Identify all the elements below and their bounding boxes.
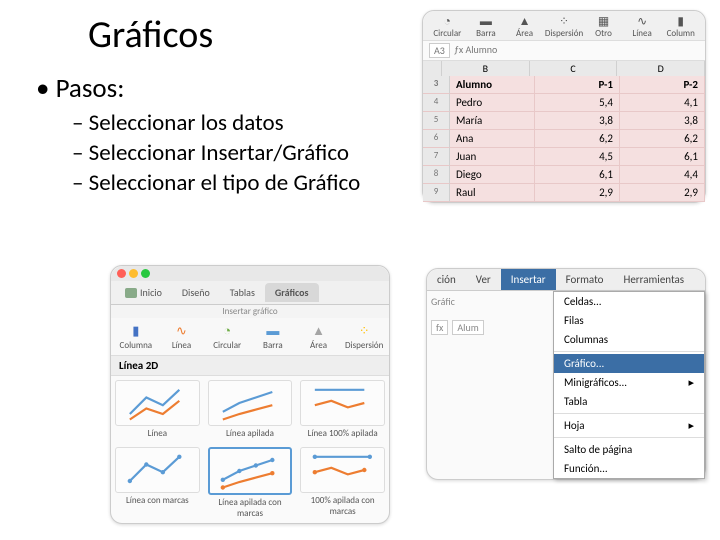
item-salto[interactable]: Salto de página bbox=[554, 440, 704, 459]
type-columna[interactable]: ▮Columna bbox=[113, 322, 159, 351]
scatter-chart-icon: ⁘ bbox=[341, 322, 387, 340]
menu-formato[interactable]: Formato bbox=[556, 269, 614, 290]
circular-icon: ◔ bbox=[429, 14, 466, 28]
menu-insertar[interactable]: Insertar bbox=[501, 269, 556, 290]
menu-herramientas[interactable]: Herramientas bbox=[613, 269, 694, 290]
barra-icon: ▬ bbox=[468, 14, 505, 28]
home-icon bbox=[125, 288, 137, 298]
table-row: 5María3,83,8 bbox=[423, 112, 705, 130]
area-icon: ▲ bbox=[506, 14, 543, 28]
dispersion-icon: ⁘ bbox=[545, 14, 583, 28]
table-row: 8Diego6,14,4 bbox=[423, 166, 705, 184]
menubar: ción Ver Insertar Formato Herramientas bbox=[427, 269, 705, 291]
linea-icon: ∿ bbox=[624, 14, 661, 28]
item-grafico[interactable]: Gráfico... bbox=[554, 354, 704, 373]
pie-chart-icon: ◔ bbox=[204, 322, 250, 340]
otro-icon: ▦ bbox=[585, 14, 622, 28]
area-chart-icon: ▲ bbox=[296, 322, 342, 340]
type-linea[interactable]: ∿Línea bbox=[159, 322, 205, 351]
type-area[interactable]: ▲Área bbox=[296, 322, 342, 351]
type-circular[interactable]: ◔Circular bbox=[204, 322, 250, 351]
tab-diseno[interactable]: Diseño bbox=[172, 283, 220, 302]
screenshot-insert-menu: ción Ver Insertar Formato Herramientas G… bbox=[426, 268, 706, 480]
line-options-grid: Línea Línea apilada Línea 100% apilada L… bbox=[111, 376, 389, 523]
opt-100-apilada-marcas[interactable]: 100% apilada con marcas bbox=[296, 443, 389, 523]
ribbon-chart-types: ◔Circular ▬Barra ▲Área ⁘Dispersión ▦Otro… bbox=[423, 11, 705, 41]
menu-edicion[interactable]: ción bbox=[427, 269, 466, 290]
tab-tablas[interactable]: Tablas bbox=[220, 283, 265, 302]
opt-linea[interactable]: Línea bbox=[111, 376, 204, 443]
type-dispersion[interactable]: ⁘Dispersión bbox=[341, 322, 387, 351]
group-label: Insertar gráfico bbox=[111, 305, 389, 318]
table-row: 6Ana6,26,2 bbox=[423, 130, 705, 148]
table-row: 7Juan4,56,1 bbox=[423, 148, 705, 166]
chart-type-row: ▮Columna ∿Línea ◔Circular ▬Barra ▲Área ⁘… bbox=[111, 318, 389, 356]
window-controls bbox=[111, 266, 389, 281]
item-tabla[interactable]: Tabla bbox=[554, 392, 704, 411]
item-filas[interactable]: Filas bbox=[554, 311, 704, 330]
item-minigraficos[interactable]: Minigráficos...▸ bbox=[554, 373, 704, 392]
zoom-icon bbox=[141, 269, 150, 278]
line-2d-label: Línea 2D bbox=[111, 356, 389, 376]
ribbon-tabs: Inicio Diseño Tablas Gráficos bbox=[111, 281, 389, 305]
column-chart-icon: ▮ bbox=[113, 322, 159, 340]
screenshot-data-table: ◔Circular ▬Barra ▲Área ⁘Dispersión ▦Otro… bbox=[422, 10, 706, 203]
bar-chart-icon: ▬ bbox=[250, 322, 296, 340]
chevron-right-icon: ▸ bbox=[688, 376, 694, 389]
insertar-dropdown: Celdas... Filas Columnas Gráfico... Mini… bbox=[553, 291, 705, 479]
under-menu-content: Gráfic fxAlum bbox=[427, 291, 553, 479]
item-hoja[interactable]: Hoja▸ bbox=[554, 416, 704, 435]
table-row: 4Pedro5,44,1 bbox=[423, 94, 705, 112]
opt-linea-100[interactable]: Línea 100% apilada bbox=[296, 376, 389, 443]
item-celdas[interactable]: Celdas... bbox=[554, 292, 704, 311]
columna-icon: ▮ bbox=[662, 14, 699, 28]
line-chart-icon: ∿ bbox=[159, 322, 205, 340]
screenshot-chart-gallery: Inicio Diseño Tablas Gráficos Insertar g… bbox=[110, 265, 390, 524]
item-funcion[interactable]: Función... bbox=[554, 459, 704, 478]
item-columnas[interactable]: Columnas bbox=[554, 330, 704, 349]
opt-linea-apilada[interactable]: Línea apilada bbox=[204, 376, 297, 443]
table-row: 9Raul2,92,9 bbox=[423, 184, 705, 202]
tab-graficos[interactable]: Gráficos bbox=[265, 283, 319, 302]
menu-ver[interactable]: Ver bbox=[466, 269, 501, 290]
opt-linea-marcas[interactable]: Línea con marcas bbox=[111, 443, 204, 523]
minimize-icon bbox=[129, 269, 138, 278]
formula-bar: A3 ƒx Alumno bbox=[423, 41, 705, 61]
type-barra[interactable]: ▬Barra bbox=[250, 322, 296, 351]
data-table: 3AlumnoP-1P-2 4Pedro5,44,1 5María3,83,8 … bbox=[423, 76, 705, 202]
opt-linea-apilada-marcas[interactable]: Línea apilada con marcas bbox=[204, 443, 297, 523]
chevron-right-icon: ▸ bbox=[688, 419, 694, 432]
column-headers: BCD bbox=[423, 61, 705, 76]
close-icon bbox=[117, 269, 126, 278]
tab-inicio[interactable]: Inicio bbox=[115, 283, 172, 302]
